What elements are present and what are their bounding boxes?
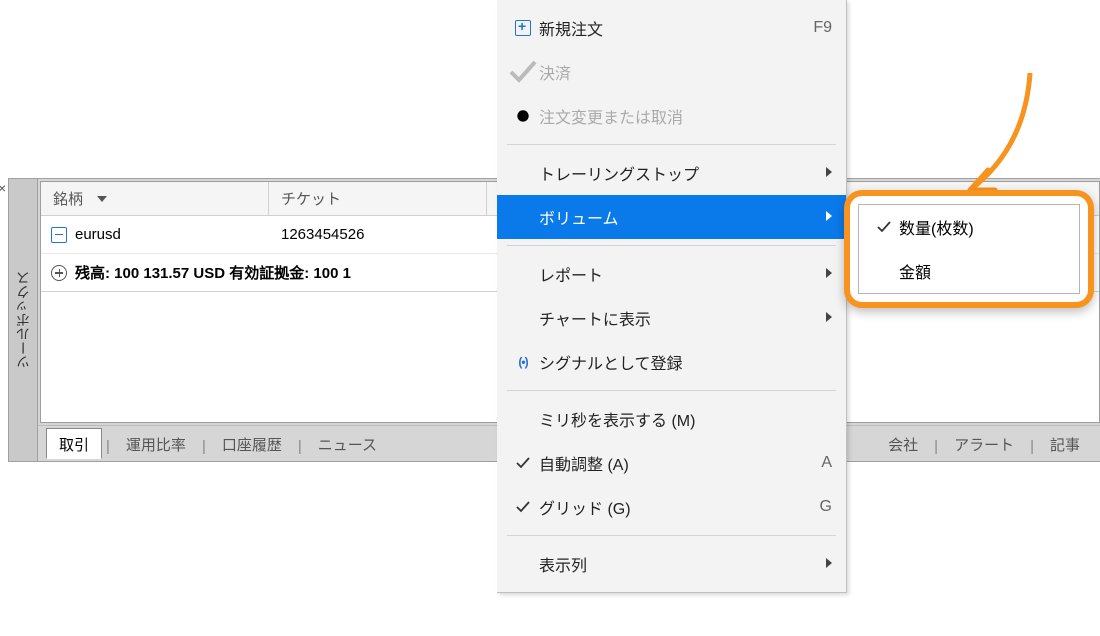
check-icon <box>507 56 539 88</box>
tab-alerts[interactable]: アラート <box>942 429 1026 458</box>
menu-settle: 決済 <box>497 50 846 94</box>
tab-sep: | <box>1028 438 1036 458</box>
tab-trade[interactable]: 取引 <box>46 428 102 459</box>
menu-show-ms[interactable]: ミリ秒を表示する (M) <box>497 397 846 441</box>
volumes-submenu-callout: 数量(枚数) 金額 <box>844 190 1094 308</box>
menu-register-signal[interactable]: (•) シグナルとして登録 <box>497 340 846 384</box>
submenu-arrow-icon <box>814 309 832 327</box>
menu-separator <box>507 245 836 246</box>
symbol-text: eurusd <box>75 226 121 243</box>
tab-history[interactable]: 口座履歴 <box>210 429 294 458</box>
col-header-symbol-label: 銘柄 <box>53 188 83 209</box>
menu-columns-label: 表示列 <box>539 552 814 576</box>
panel-close-icon[interactable]: × <box>0 180 10 192</box>
menu-report[interactable]: レポート <box>497 252 846 296</box>
menu-modify: 注文変更または取消 <box>497 94 846 138</box>
tab-news[interactable]: ニュース <box>306 429 389 458</box>
menu-columns[interactable]: 表示列 <box>497 542 846 586</box>
menu-show-ms-label: ミリ秒を表示する (M) <box>539 407 832 431</box>
submenu-size[interactable]: 数量(枚数) <box>859 205 1079 249</box>
menu-trailing-label: トレーリングストップ <box>539 161 814 185</box>
menu-auto-fit-shortcut: A <box>800 454 832 472</box>
tab-sep: | <box>296 438 304 458</box>
submenu-arrow-icon <box>814 208 832 226</box>
cell-symbol: eurusd <box>41 226 269 243</box>
position-icon <box>51 227 67 243</box>
menu-new-order-shortcut: F9 <box>800 19 832 37</box>
check-icon <box>869 219 899 235</box>
menu-volumes[interactable]: ボリューム <box>497 195 846 239</box>
menu-register-signal-label: シグナルとして登録 <box>539 350 832 374</box>
new-order-icon <box>507 20 539 36</box>
tab-sep: | <box>104 438 112 458</box>
col-header-ticket[interactable]: チケット <box>269 182 487 215</box>
menu-separator <box>507 390 836 391</box>
menu-report-label: レポート <box>539 262 814 286</box>
check-icon <box>507 499 539 515</box>
submenu-arrow-icon <box>814 555 832 573</box>
col-header-symbol[interactable]: 銘柄 <box>41 182 269 215</box>
submenu-amount-label: 金額 <box>899 259 1069 283</box>
volumes-submenu: 数量(枚数) 金額 <box>858 204 1080 294</box>
annotation-arrow-icon <box>850 68 1050 208</box>
menu-grid[interactable]: グリッド (G) G <box>497 485 846 529</box>
context-menu: 新規注文 F9 決済 注文変更または取消 トレーリングストップ ボリューム レポ… <box>497 0 847 593</box>
menu-grid-shortcut: G <box>800 498 832 516</box>
tab-sep: | <box>200 438 208 458</box>
tab-company[interactable]: 会社 <box>876 429 930 458</box>
sort-desc-icon <box>97 196 107 202</box>
submenu-arrow-icon <box>814 265 832 283</box>
menu-settle-label: 決済 <box>539 60 832 84</box>
signal-icon: (•) <box>507 355 539 369</box>
col-header-ticket-label: チケット <box>281 188 341 209</box>
submenu-amount[interactable]: 金額 <box>859 249 1079 293</box>
vertical-tab-toolbox[interactable]: ツールボックス <box>8 178 38 462</box>
check-icon <box>507 455 539 471</box>
tab-sep: | <box>932 438 940 458</box>
expand-icon[interactable] <box>51 265 67 281</box>
menu-new-order-label: 新規注文 <box>539 16 800 40</box>
cell-ticket: 1263454526 <box>269 226 487 243</box>
menu-volumes-label: ボリューム <box>539 205 814 229</box>
menu-separator <box>507 144 836 145</box>
tab-articles[interactable]: 記事 <box>1038 429 1092 458</box>
tab-exposure[interactable]: 運用比率 <box>114 429 198 458</box>
submenu-size-label: 数量(枚数) <box>899 215 1069 239</box>
summary-text: 残高: 100 131.57 USD 有効証拠金: 100 1 <box>75 262 351 283</box>
menu-trailing-stop[interactable]: トレーリングストップ <box>497 151 846 195</box>
gear-icon <box>507 100 539 132</box>
menu-show-chart[interactable]: チャートに表示 <box>497 296 846 340</box>
menu-auto-fit-label: 自動調整 (A) <box>539 451 800 475</box>
menu-new-order[interactable]: 新規注文 F9 <box>497 6 846 50</box>
submenu-arrow-icon <box>814 164 832 182</box>
menu-auto-fit[interactable]: 自動調整 (A) A <box>497 441 846 485</box>
menu-show-chart-label: チャートに表示 <box>539 306 814 330</box>
menu-separator <box>507 535 836 536</box>
menu-modify-label: 注文変更または取消 <box>539 104 832 128</box>
menu-grid-label: グリッド (G) <box>539 495 800 519</box>
